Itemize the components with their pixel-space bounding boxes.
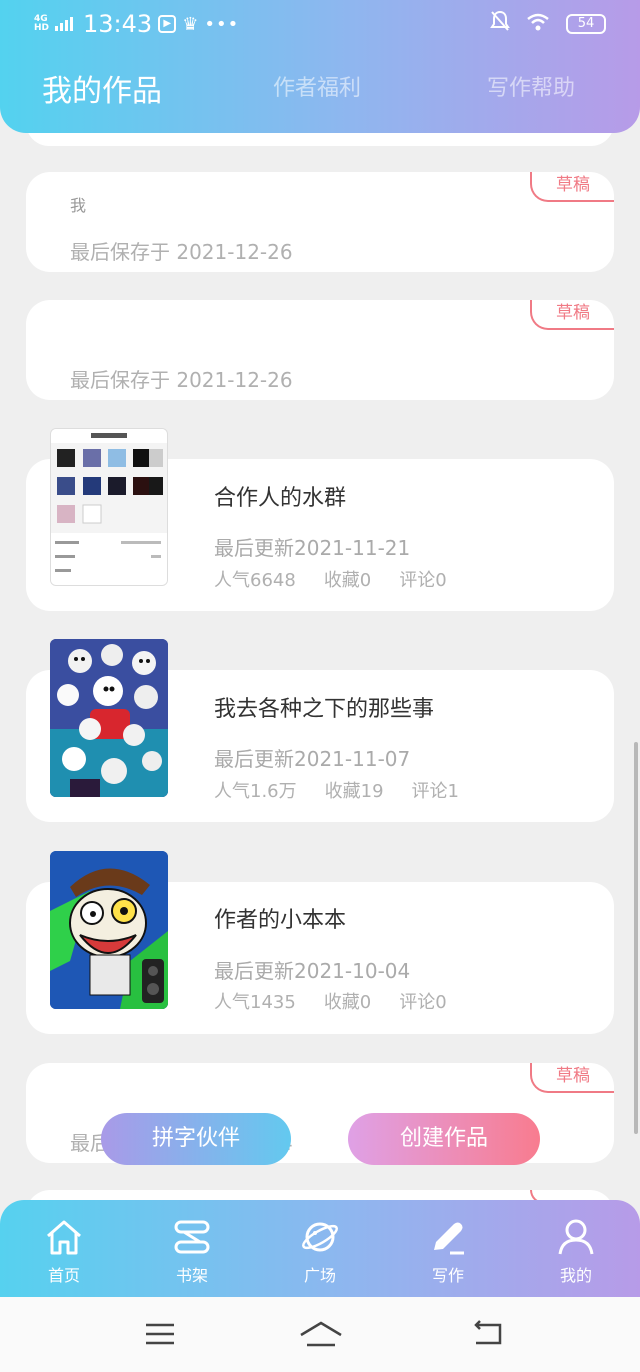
person-icon (536, 1216, 616, 1258)
typing-partner-button[interactable]: 拼字伙伴 (101, 1113, 291, 1165)
nav-label: 我的 (559, 1266, 592, 1285)
draft-saved-date: 最后保存于 2021-12-26 (70, 240, 293, 264)
app-notification-icon: ▶ (158, 15, 177, 33)
work-updated-date: 最后更新2021-11-21 (214, 536, 411, 560)
header-tabs: 我的作品 作者福利 写作帮助 (0, 70, 640, 114)
system-nav-bar (0, 1297, 640, 1372)
pen-icon (408, 1216, 488, 1258)
tab-my-works[interactable]: 我的作品 (42, 66, 162, 110)
popularity-count: 人气1.6万 (214, 781, 297, 802)
nav-label: 写作 (431, 1266, 464, 1285)
work-updated-date: 最后更新2021-10-04 (214, 959, 411, 983)
signal-icon (55, 17, 74, 31)
draft-badge: 草稿 (530, 172, 614, 202)
wifi-icon (526, 12, 550, 36)
comments-count: 评论0 (399, 992, 447, 1013)
tab-author-welfare[interactable]: 作者福利 (273, 70, 361, 102)
top-header: 4G HD 13:43 ▶ ♛ ••• 54 我的作品 作者福利 写作帮助 (0, 0, 640, 133)
nav-label: 广场 (303, 1266, 336, 1285)
work-title: 合作人的水群 (214, 486, 347, 511)
nav-bookshelf[interactable]: 书架 (152, 1216, 232, 1286)
draft-title: 我 (70, 196, 87, 215)
work-cover-image (50, 639, 168, 797)
work-stats: 人气1435 收藏0 评论0 (214, 988, 447, 1014)
nav-write[interactable]: 写作 (408, 1216, 488, 1286)
nav-home[interactable]: 首页 (24, 1216, 104, 1286)
battery-indicator: 54 (566, 13, 606, 34)
clock: 13:43 (83, 10, 153, 38)
work-title: 我去各种之下的那些事 (214, 697, 435, 722)
comments-count: 评论0 (399, 570, 447, 591)
scrollbar[interactable] (634, 742, 638, 1134)
popularity-count: 人气1435 (214, 992, 296, 1013)
work-title: 作者的小本本 (214, 908, 347, 933)
tab-writing-help[interactable]: 写作帮助 (487, 70, 575, 102)
work-updated-date: 最后更新2021-11-07 (214, 747, 411, 771)
menu-icon[interactable] (142, 1319, 182, 1349)
nav-mine[interactable]: 我的 (536, 1216, 616, 1286)
home-icon (24, 1216, 104, 1258)
favorites-count: 收藏0 (323, 992, 372, 1013)
network-indicator: 4G HD (34, 14, 50, 33)
create-work-button[interactable]: 创建作品 (348, 1113, 540, 1165)
work-stats: 人气1.6万 收藏19 评论1 (214, 777, 459, 803)
back-icon[interactable] (470, 1319, 510, 1349)
bottom-nav: 首页 书架 广场 写作 我的 (0, 1200, 640, 1297)
nav-label: 书架 (175, 1266, 208, 1285)
mute-bell-icon (490, 10, 510, 37)
draft-card[interactable]: 草稿 我 最后保存于 2021-12-26 (26, 172, 614, 272)
bookshelf-icon (152, 1216, 232, 1258)
comments-count: 评论1 (411, 781, 459, 802)
nav-square[interactable]: 广场 (280, 1216, 360, 1286)
crown-icon: ♛ (182, 13, 199, 35)
draft-saved-date: 最后保存于 2021-12-26 (70, 368, 293, 392)
works-list[interactable]: 草稿 我 最后保存于 2021-12-26 草稿 最后保存于 2021-12-2… (0, 0, 640, 1300)
home-outline-icon[interactable] (298, 1319, 344, 1349)
favorites-count: 收藏0 (323, 570, 372, 591)
work-cover-image (50, 851, 168, 1009)
work-cover-image (50, 428, 168, 586)
draft-card[interactable]: 草稿 最后保存于 2021-12-26 (26, 300, 614, 400)
status-bar: 4G HD 13:43 ▶ ♛ ••• 54 (34, 10, 606, 40)
favorites-count: 收藏19 (324, 781, 384, 802)
work-stats: 人气6648 收藏0 评论0 (214, 566, 447, 592)
draft-badge: 草稿 (530, 1063, 614, 1093)
nav-label: 首页 (47, 1266, 80, 1285)
draft-badge: 草稿 (530, 300, 614, 330)
more-notifications-icon: ••• (204, 13, 240, 35)
popularity-count: 人气6648 (214, 570, 296, 591)
planet-icon (280, 1216, 360, 1258)
